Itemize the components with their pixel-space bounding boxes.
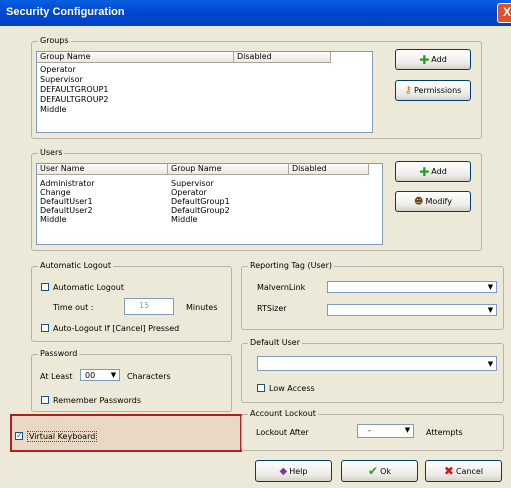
close-button[interactable]: X xyxy=(497,3,511,23)
auto-logout-cancel-label: Auto-Logout If [Cancel] Pressed xyxy=(53,324,180,333)
automatic-logout-label: Automatic Logout xyxy=(53,283,124,292)
automatic-logout-checkbox[interactable] xyxy=(41,283,49,291)
reporting-tag-caption: Reporting Tag (User) xyxy=(248,261,334,270)
groups-col-group-name[interactable]: Group Name xyxy=(37,52,234,63)
users-row-user[interactable]: Middle xyxy=(40,216,66,224)
users-row-group: Middle xyxy=(171,215,198,224)
reporting-tag-group: Reporting Tag (User) xyxy=(241,261,504,330)
chevron-down-icon[interactable]: ▼ xyxy=(484,359,496,369)
security-config-window: Security Configuration X Groups Group Na… xyxy=(0,0,511,488)
groups-col-disabled[interactable]: Disabled xyxy=(234,52,331,63)
cancel-label: Cancel xyxy=(455,466,484,476)
malvernlink-label: MalvernLink xyxy=(257,283,306,292)
cancel-x-icon: ✖ xyxy=(443,464,454,478)
rtsizer-label: RTSizer xyxy=(257,304,287,313)
list-item[interactable]: DEFAULTGROUP1 xyxy=(40,86,108,94)
automatic-logout-caption: Automatic Logout xyxy=(38,261,113,270)
at-least-select[interactable]: 00 ▼ xyxy=(80,369,120,381)
lockout-after-label: Lockout After xyxy=(256,428,309,437)
chevron-down-icon[interactable]: ▼ xyxy=(401,425,413,435)
remember-passwords-label: Remember Passwords xyxy=(53,396,141,405)
plus-icon: ✚ xyxy=(419,164,430,179)
at-least-label: At Least xyxy=(40,372,73,381)
title-bar: Security Configuration xyxy=(0,0,511,26)
groups-add-button[interactable]: ✚ Add xyxy=(395,49,471,70)
low-access-label: Low Access xyxy=(269,384,315,393)
timeout-input[interactable]: 15 xyxy=(124,298,174,315)
modify-label: Modify xyxy=(425,197,452,206)
users-col-user-name[interactable]: User Name xyxy=(37,164,168,175)
users-col-disabled[interactable]: Disabled xyxy=(289,164,369,175)
ok-label: Ok xyxy=(380,466,391,476)
groups-add-label: Add xyxy=(431,55,447,64)
chevron-down-icon[interactable]: ▼ xyxy=(107,370,119,380)
key-icon: ⚷ xyxy=(404,85,412,96)
low-access-checkbox[interactable] xyxy=(257,384,265,392)
modify-button[interactable]: ☻ Modify xyxy=(395,191,471,212)
permissions-label: Permissions xyxy=(414,86,462,95)
users-add-label: Add xyxy=(431,167,447,176)
users-caption: Users xyxy=(38,148,65,157)
ok-button[interactable]: ✔ Ok xyxy=(341,460,418,482)
list-item[interactable]: Middle xyxy=(40,106,66,114)
users-col-group-name[interactable]: Group Name xyxy=(168,164,289,175)
window-title: Security Configuration xyxy=(6,6,125,18)
cancel-button[interactable]: ✖ Cancel xyxy=(425,460,502,482)
users-row-group: Supervisor xyxy=(171,179,214,188)
auto-logout-cancel-checkbox[interactable] xyxy=(41,324,49,332)
lockout-after-select[interactable]: - ▼ xyxy=(357,424,414,438)
users-add-button[interactable]: ✚ Add xyxy=(395,161,471,182)
list-item[interactable]: DEFAULTGROUP2 xyxy=(40,96,108,104)
rtsizer-select[interactable]: ▼ xyxy=(327,304,497,316)
users-row-group: Operator xyxy=(171,188,207,197)
timeout-value: 15 xyxy=(139,301,150,310)
attempts-label: Attempts xyxy=(426,428,463,437)
list-item[interactable]: Operator xyxy=(40,66,76,74)
users-row-user[interactable]: Administrator xyxy=(40,180,95,188)
plus-icon: ✚ xyxy=(419,52,430,67)
malvernlink-select[interactable]: ▼ xyxy=(327,281,497,293)
users-row-user[interactable]: Change xyxy=(40,189,71,197)
checkmark-icon: ✔ xyxy=(368,464,379,478)
permissions-button[interactable]: ⚷ Permissions xyxy=(395,80,471,101)
default-user-select[interactable]: ▼ xyxy=(257,356,497,371)
characters-label: Characters xyxy=(127,372,171,381)
chevron-down-icon[interactable]: ▼ xyxy=(484,282,496,292)
virtual-keyboard-label: Virtual Keyboard xyxy=(27,431,98,442)
groups-caption: Groups xyxy=(38,36,71,45)
users-list[interactable]: User Name Group Name Disabled Administra… xyxy=(36,163,383,245)
default-user-group: Default User xyxy=(241,338,504,403)
groups-list[interactable]: Group Name Disabled Operator Supervisor … xyxy=(36,51,373,133)
chevron-down-icon[interactable]: ▼ xyxy=(484,305,496,315)
users-row-user[interactable]: DefaultUser1 xyxy=(40,198,93,206)
minutes-label: Minutes xyxy=(186,303,218,312)
help-icon: ◆ xyxy=(279,465,288,477)
lockout-after-value: - xyxy=(368,426,371,435)
users-row-user[interactable]: DefaultUser2 xyxy=(40,207,93,215)
virtual-keyboard-checkbox[interactable]: ✓ xyxy=(15,432,23,440)
timeout-label: Time out : xyxy=(53,303,94,312)
help-label: Help xyxy=(289,466,308,476)
user-icon: ☻ xyxy=(414,196,424,207)
remember-passwords-checkbox[interactable] xyxy=(41,396,49,404)
password-caption: Password xyxy=(38,349,80,358)
account-lockout-caption: Account Lockout xyxy=(248,409,318,418)
default-user-caption: Default User xyxy=(248,338,303,347)
users-row-group: DefaultGroup1 xyxy=(171,197,230,206)
list-item[interactable]: Supervisor xyxy=(40,76,83,84)
help-button[interactable]: ◆ Help xyxy=(255,460,332,482)
users-row-group: DefaultGroup2 xyxy=(171,206,230,215)
at-least-value: 00 xyxy=(85,371,96,380)
